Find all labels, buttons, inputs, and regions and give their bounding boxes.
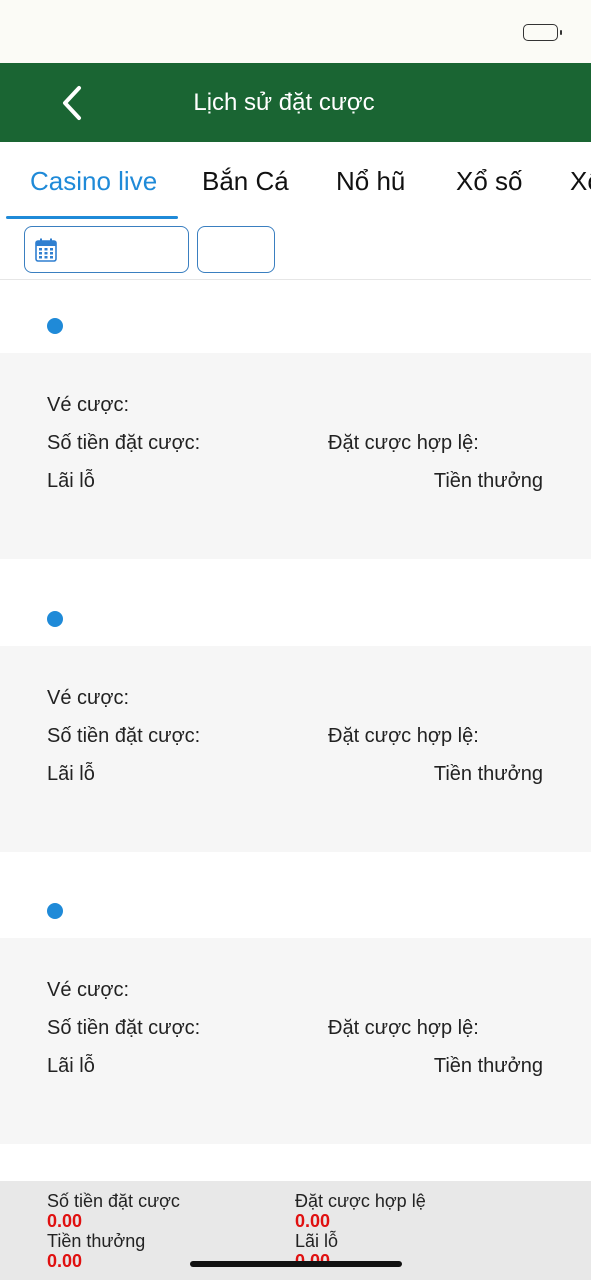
bet-amount-label: Số tiền đặt cược:	[47, 725, 201, 747]
tab-xo-partial[interactable]: Xổ	[570, 166, 591, 197]
status-bar	[0, 0, 591, 63]
ticket-label: Vé cược:	[47, 394, 130, 416]
battery-icon	[523, 24, 562, 41]
record-header	[0, 866, 591, 938]
valid-bet-label: Đặt cược hợp lệ:	[328, 725, 479, 747]
record-details: Vé cược: Số tiền đặt cược: Đặt cược hợp …	[0, 353, 591, 559]
record-details: Vé cược: Số tiền đặt cược: Đặt cược hợp …	[0, 646, 591, 852]
bet-amount-label: Số tiền đặt cược:	[47, 1017, 201, 1039]
valid-bet-label: Đặt cược hợp lệ:	[328, 1017, 479, 1039]
date-picker[interactable]	[24, 226, 189, 273]
filter-button[interactable]	[197, 226, 275, 273]
status-dot	[47, 318, 63, 334]
tab-casino-live[interactable]: Casino live	[30, 166, 157, 197]
summary-reward-value: 0.00	[47, 1251, 83, 1271]
active-tab-indicator	[6, 216, 178, 219]
summary-profit-loss-label: Lãi lỗ	[295, 1231, 339, 1251]
calendar-icon	[35, 238, 57, 262]
record-header	[0, 281, 591, 353]
record-header	[0, 574, 591, 646]
tab-ban-ca[interactable]: Bắn Cá	[202, 166, 289, 197]
filter-bar	[0, 220, 591, 280]
profit-loss-label: Lãi lỗ	[47, 763, 95, 785]
summary-valid-bet-value: 0.00	[295, 1211, 331, 1231]
summary-valid-bet-label: Đặt cược hợp lệ	[295, 1191, 426, 1211]
game-tabs: Casino live Bắn Cá Nổ hũ Xổ số Xổ	[0, 142, 591, 220]
summary-reward-label: Tiền thưởng	[47, 1231, 146, 1251]
page-title: Lịch sử đặt cược	[193, 89, 375, 116]
profit-loss-label: Lãi lỗ	[47, 470, 95, 492]
app-header: Lịch sử đặt cược	[0, 63, 591, 142]
reward-label: Tiền thưởng	[433, 470, 543, 492]
summary-bet-amount-label: Số tiền đặt cược	[47, 1191, 180, 1211]
bet-amount-label: Số tiền đặt cược:	[47, 432, 201, 454]
home-indicator[interactable]	[190, 1261, 402, 1267]
tab-xo-so[interactable]: Xổ số	[456, 166, 523, 197]
tab-no-hu[interactable]: Nổ hũ	[336, 166, 405, 197]
ticket-label: Vé cược:	[47, 687, 130, 709]
valid-bet-label: Đặt cược hợp lệ:	[328, 432, 479, 454]
status-dot	[47, 611, 63, 627]
profit-loss-label: Lãi lỗ	[47, 1055, 95, 1077]
record-details: Vé cược: Số tiền đặt cược: Đặt cược hợp …	[0, 938, 591, 1144]
reward-label: Tiền thưởng	[433, 1055, 543, 1077]
ticket-label: Vé cược:	[47, 979, 130, 1001]
status-dot	[47, 903, 63, 919]
reward-label: Tiền thưởng	[433, 763, 543, 785]
summary-bet-amount-value: 0.00	[47, 1211, 83, 1231]
